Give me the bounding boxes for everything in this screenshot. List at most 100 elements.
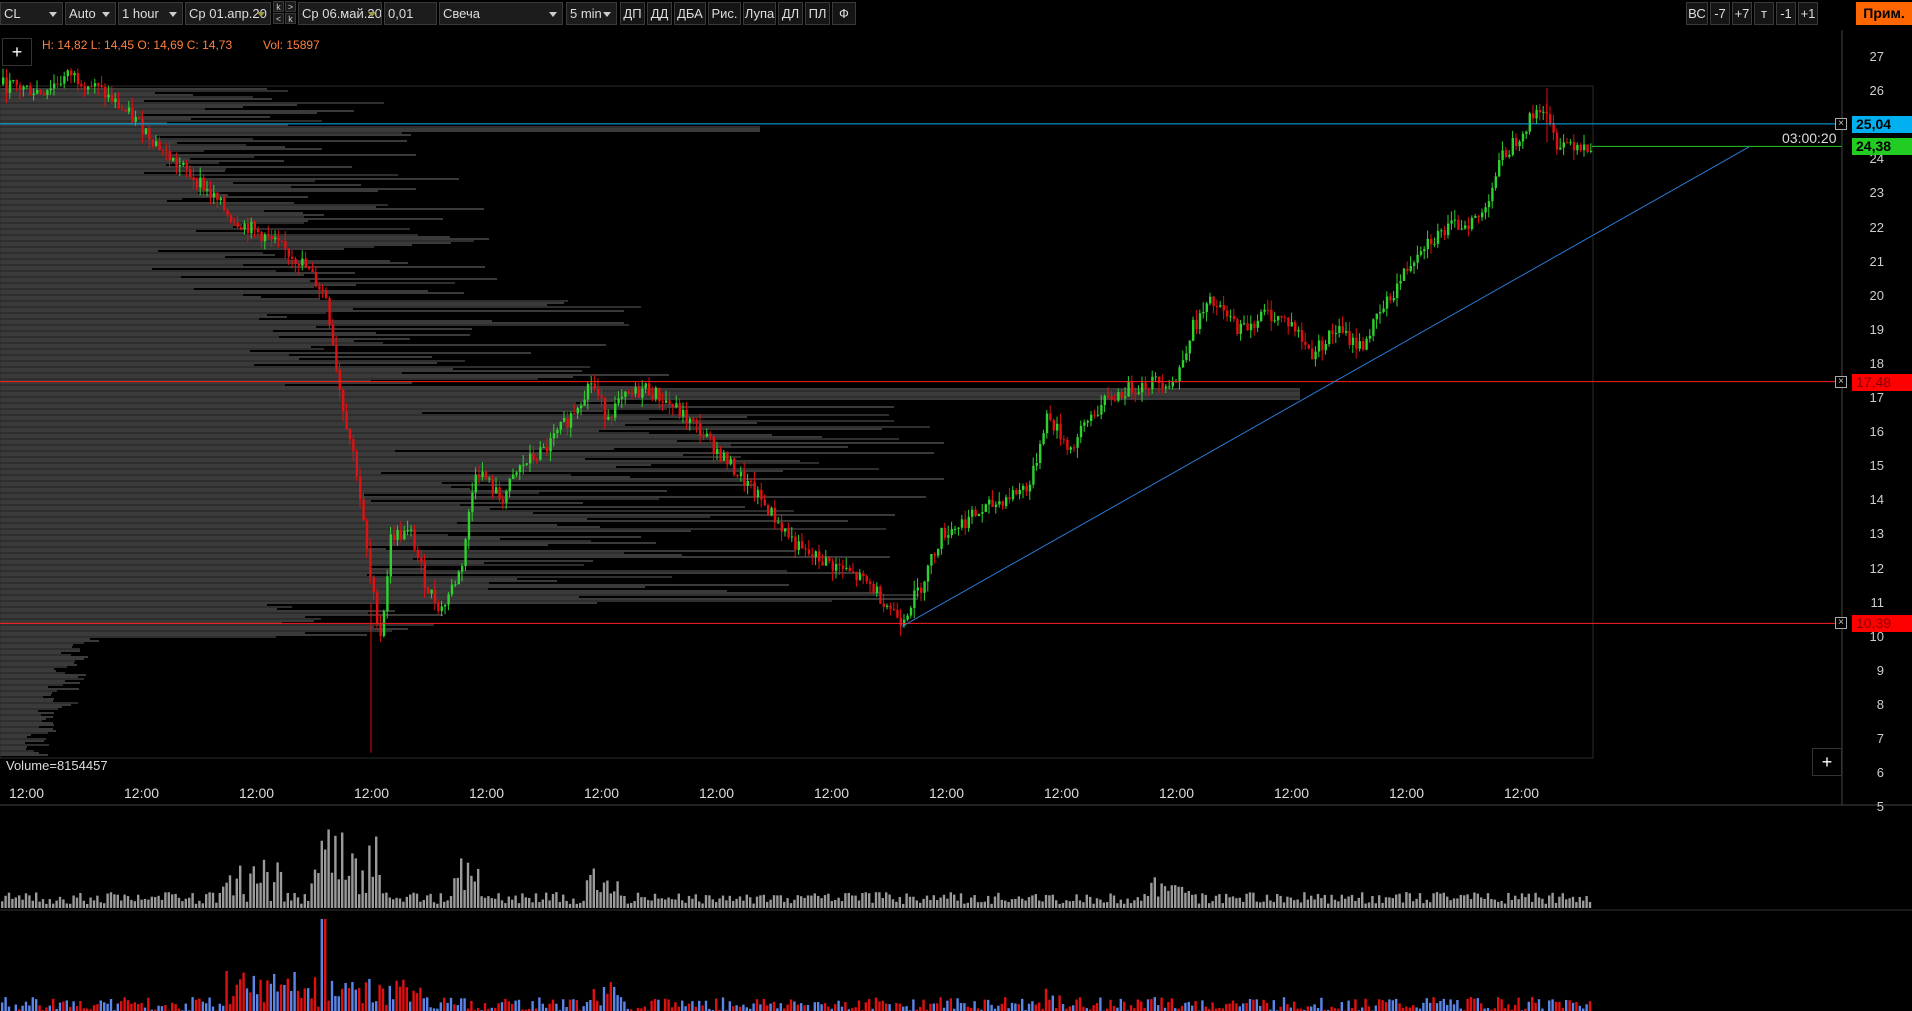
volume-bar (52, 903, 55, 908)
volume-bar (1160, 883, 1163, 908)
delta-bar (1235, 1003, 1238, 1011)
candle-body (321, 289, 324, 291)
volume-bar (691, 898, 694, 908)
volume-bar (1456, 898, 1459, 908)
volume-bar (1014, 898, 1017, 908)
delta-bar (1391, 1000, 1394, 1011)
candle-body (869, 581, 872, 584)
remove-level-icon[interactable]: × (1835, 617, 1847, 630)
candle-body (1141, 382, 1144, 393)
candle-body (937, 548, 940, 556)
volume-bar (1316, 893, 1320, 908)
candle-body (682, 409, 685, 417)
candle-body (933, 554, 936, 556)
price-tick: 19 (1869, 321, 1884, 337)
delta-bar (1364, 998, 1367, 1011)
profile-bar (0, 290, 428, 292)
delta-bar (786, 1004, 789, 1011)
candle-body (668, 400, 671, 404)
profile-bar (0, 252, 263, 254)
profile-bar (0, 280, 310, 282)
volume-bar (1378, 895, 1381, 908)
delta-bar (1021, 998, 1024, 1011)
candle-body (19, 85, 22, 90)
volume-bar (606, 880, 609, 908)
candle-body (1436, 231, 1440, 244)
delta-bar (1228, 1003, 1231, 1011)
delta-bar (507, 1001, 510, 1011)
volume-bar (24, 893, 28, 908)
volume-bar (28, 895, 31, 908)
delta-bar (670, 1007, 674, 1011)
volume-bar (888, 894, 891, 908)
candle-body (219, 197, 222, 201)
profile-bar (0, 642, 84, 644)
volume-bar (810, 895, 813, 908)
delta-bar (273, 973, 276, 1011)
price-tag: 25,04 (1852, 115, 1912, 133)
price-tick: 6 (1876, 765, 1884, 781)
volume-bar (279, 871, 283, 908)
profile-bar (0, 688, 79, 690)
volume-bar (1208, 903, 1211, 908)
remove-level-icon[interactable]: × (1835, 375, 1847, 388)
price-chart[interactable] (0, 0, 1912, 1011)
delta-bar (551, 999, 555, 1011)
delta-bar (262, 1002, 266, 1011)
volume-bar (1361, 892, 1364, 908)
candle-body (277, 237, 280, 241)
volume-bar (769, 899, 772, 908)
delta-bar (1425, 998, 1428, 1011)
profile-bar (0, 472, 381, 474)
candle-body (1249, 323, 1253, 331)
candle-body (1538, 109, 1542, 113)
volume-bar (313, 869, 317, 908)
profile-bar (0, 412, 422, 414)
candle-body (416, 549, 420, 558)
candle-body (654, 387, 658, 399)
price-tick: 17 (1869, 390, 1884, 405)
profile-bar (0, 220, 308, 222)
profile-bar (0, 152, 171, 154)
candle-body (1083, 422, 1086, 426)
delta-bar (1378, 999, 1381, 1011)
delta-bar (1558, 1001, 1561, 1011)
add-indicator-button[interactable]: + (2, 38, 32, 66)
volume-bar (1089, 896, 1092, 908)
delta-bar (1289, 1007, 1292, 1011)
candle-body (648, 383, 651, 396)
delta-bar (1027, 1003, 1031, 1011)
volume-bar (1299, 902, 1303, 908)
profile-bar (0, 204, 388, 206)
candle-body (175, 157, 178, 167)
candle-body (641, 388, 644, 398)
volume-bar (1486, 893, 1490, 908)
volume-bar (762, 894, 765, 908)
candle-body (828, 557, 831, 562)
candle-body (930, 554, 933, 566)
volume-bar (507, 896, 510, 908)
candle-body (1542, 111, 1545, 113)
candle-body (1515, 138, 1518, 146)
ohlc-readout: H: 14,82 L: 14,45 O: 14,69 C: 14,73 (42, 38, 233, 52)
remove-level-icon[interactable]: × (1835, 117, 1847, 130)
delta-bar (470, 1000, 473, 1011)
delta-bar (232, 995, 235, 1011)
volume-bar (1469, 899, 1473, 908)
delta-bar (1578, 1005, 1581, 1011)
volume-bar (755, 896, 759, 908)
time-tick: 12:00 (354, 785, 390, 801)
delta-bar (143, 1007, 147, 1011)
volume-bar (1051, 894, 1054, 908)
candle-body (76, 73, 80, 85)
price-tag: 24,38 (1852, 138, 1912, 156)
add-panel-button[interactable]: + (1812, 748, 1842, 776)
volume-bar (269, 900, 272, 908)
volume-bar (800, 896, 803, 908)
profile-bar (0, 102, 384, 104)
candle-body (386, 576, 389, 612)
candle-body (100, 85, 103, 88)
volume-bar (929, 900, 932, 908)
candle-body (148, 128, 151, 140)
volume-bar (1554, 902, 1558, 908)
